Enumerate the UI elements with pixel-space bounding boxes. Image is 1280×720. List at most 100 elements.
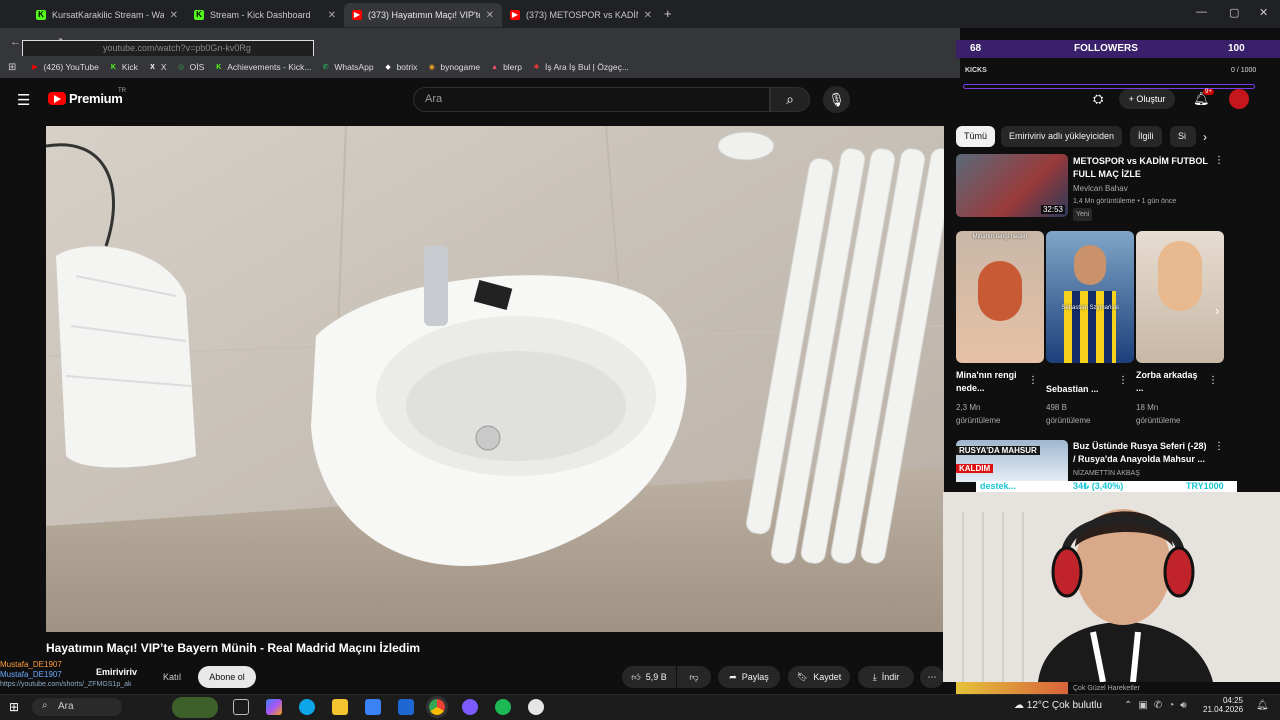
dislike-button[interactable]: 👎︎ [677, 666, 711, 688]
tab-kick-dashboard[interactable]: K Stream - Kick Dashboard ✕ [186, 3, 344, 27]
bookmark-favicon-icon: K [110, 63, 116, 71]
rec-title[interactable]: METOSPOR vs KADİM FUTBOL FULL MAÇ İZLE [1073, 155, 1208, 181]
bookmark-label: bynogame [440, 62, 481, 72]
notification-badge: 9+ [1203, 89, 1214, 95]
store-icon[interactable] [365, 699, 381, 715]
bookmark-item[interactable]: ◆ botrix [384, 62, 417, 72]
short-thumbnail[interactable] [1136, 231, 1224, 363]
search-icon: ⌕ [786, 91, 794, 107]
copilot-icon[interactable] [266, 699, 282, 715]
chip-related[interactable]: İlgili [1130, 126, 1162, 147]
bookmark-item[interactable]: ✆ WhatsApp [321, 62, 374, 72]
tab-youtube-metospor[interactable]: ▶ (373) METOSPOR vs KADİM FU ✕ [502, 3, 660, 27]
bookmark-item[interactable]: ◉ bynogame [427, 62, 480, 72]
like-button[interactable]: 👍︎ 5,9 B [622, 666, 676, 688]
search-button[interactable]: ⌕ [770, 87, 810, 112]
more-actions-button[interactable]: ⋯ [920, 666, 944, 688]
clock-date: 21.04.2026 [1203, 705, 1244, 714]
rec-title[interactable]: Buz Üstünde Rusya Seferi (-28) / Rusya'd… [1073, 440, 1211, 466]
apps-grid-icon[interactable]: ⊞ [8, 62, 16, 73]
more-vert-icon[interactable]: ⋮ [1214, 155, 1224, 166]
join-button[interactable]: Katıl [152, 666, 192, 688]
save-button[interactable]: 🔖︎ Kaydet [788, 666, 850, 688]
close-icon[interactable]: ✕ [170, 10, 178, 21]
bookmark-item[interactable]: ✱ İş Ara İş Bul | Özgeç... [532, 62, 629, 72]
youtube-logo-text[interactable]: Premium [69, 91, 123, 106]
system-tray-icons[interactable]: ⌃▣✆◔🔊︎ [1124, 700, 1193, 711]
hedgehog-widget-icon[interactable] [172, 697, 218, 718]
more-vert-icon[interactable]: ⋮ [1118, 375, 1128, 386]
windows-start-icon[interactable]: ⊞ [9, 700, 19, 714]
bookmark-item[interactable]: XX [148, 62, 167, 72]
bookmark-item[interactable]: K Achievements - Kick... [214, 62, 311, 72]
voice-search-button[interactable]: 🎙 [823, 86, 850, 113]
browser-tab-bar: K KursatKarakilic Stream - Watch ✕ K Str… [0, 0, 1280, 28]
avatar[interactable] [1229, 89, 1249, 109]
minimize-icon[interactable]: — [1196, 6, 1207, 18]
short-overlay-text: Minanın rengi neden [972, 234, 1028, 240]
notifications-icon[interactable]: 🔔︎ [1256, 700, 1269, 711]
share-button[interactable]: ➦ Paylaş [718, 666, 780, 688]
more-vert-icon[interactable]: ⋮ [1214, 441, 1224, 452]
tab-kick-stream[interactable]: K KursatKarakilic Stream - Watch ✕ [28, 3, 186, 27]
tab-label: (373) Hayatımın Maçı! VIP'te Ba [368, 10, 480, 20]
bookmark-item[interactable]: K Kick [109, 62, 138, 72]
new-tab-icon[interactable]: + [664, 6, 672, 21]
video-player[interactable] [46, 126, 944, 632]
bookmark-item[interactable]: ▲ blerp [490, 62, 522, 72]
short-title[interactable]: Mina'nın rengi nede... [956, 369, 1026, 395]
task-view-icon[interactable] [233, 699, 249, 715]
short-thumbnail[interactable]: Minanın rengi neden [956, 231, 1044, 363]
rec-thumbnail[interactable]: 32:53 [956, 154, 1068, 217]
save-label: Kaydet [813, 672, 842, 682]
rec-thumbnail[interactable]: RUSYA'DA MAHSUR KALDIM [956, 440, 1068, 482]
short-overlay-text: Sebastian Szymański [1061, 305, 1119, 311]
channel-name[interactable]: Emiriviriv [96, 667, 137, 677]
more-vert-icon[interactable]: ⋮ [1028, 375, 1038, 386]
cast-icon[interactable]: ⛭ [1093, 91, 1103, 107]
rec-channel[interactable]: NİZAMETTİN AKBAŞ [1073, 467, 1140, 480]
spotify-icon[interactable] [495, 699, 511, 715]
discord-icon[interactable] [462, 699, 478, 715]
create-button[interactable]: + Oluştur [1119, 89, 1175, 109]
chip-from-uploader[interactable]: Emiriviriv adlı yükleyiciden [1001, 126, 1123, 147]
chevron-right-icon[interactable]: › [1203, 130, 1207, 144]
close-window-icon[interactable]: ✕ [1259, 6, 1268, 19]
short-views-label: görüntüleme [1046, 416, 1091, 425]
short-thumbnail[interactable]: Sebastian Szymański [1046, 231, 1134, 363]
chip-more[interactable]: Si [1170, 126, 1196, 147]
rec-thumbnail[interactable] [956, 682, 1068, 694]
subscribe-button[interactable]: Abone ol [198, 666, 256, 688]
short-title[interactable]: Zorba arkadaş ... [1136, 369, 1206, 395]
outlook-icon[interactable] [398, 699, 414, 715]
close-icon[interactable]: ✕ [644, 10, 652, 21]
chip-all[interactable]: Tümü [956, 126, 996, 147]
short-views: 18 Mn [1136, 403, 1159, 412]
close-icon[interactable]: ✕ [486, 10, 494, 21]
rec-channel[interactable]: Mevlcan Bahav [1073, 182, 1128, 195]
obs-icon[interactable] [528, 699, 544, 715]
bookmark-item[interactable]: ◎ OİS [177, 62, 205, 72]
back-icon[interactable]: ← [10, 36, 21, 48]
url-input[interactable]: youtube.com/watch?v=pb0Gn-kv0Rg [22, 40, 314, 57]
chrome-icon[interactable] [426, 696, 448, 718]
download-button[interactable]: ⤓ İndir [858, 666, 914, 688]
bookmark-list: ▶ (426) YouTube K Kick X X ◎ OİS K Achievements -… [30, 62, 639, 72]
shorts-next-icon[interactable]: › [1215, 303, 1219, 318]
file-explorer-icon[interactable] [332, 699, 348, 715]
more-vert-icon[interactable]: ⋮ [1208, 375, 1218, 386]
edge-icon[interactable] [299, 699, 315, 715]
clock[interactable]: 04:25 21.04.2026 [1203, 696, 1243, 714]
bookmark-item[interactable]: ▶ (426) YouTube [30, 62, 99, 72]
bookmark-favicon-icon: ✆ [322, 63, 329, 71]
menu-icon[interactable]: ☰ [17, 91, 30, 109]
bookmark-favicon-icon: ◆ [385, 63, 391, 71]
short-views: 2,3 Mn [956, 403, 981, 412]
youtube-logo-icon[interactable] [48, 92, 66, 105]
close-icon[interactable]: ✕ [328, 10, 336, 21]
bookmark-label: OİS [189, 62, 205, 72]
tab-youtube-active[interactable]: ▶ (373) Hayatımın Maçı! VIP'te Ba ✕ [344, 3, 502, 27]
search-input[interactable]: Ara [413, 87, 770, 112]
maximize-icon[interactable]: ▢ [1229, 6, 1239, 19]
short-title[interactable]: Sebastian ... [1046, 383, 1116, 396]
